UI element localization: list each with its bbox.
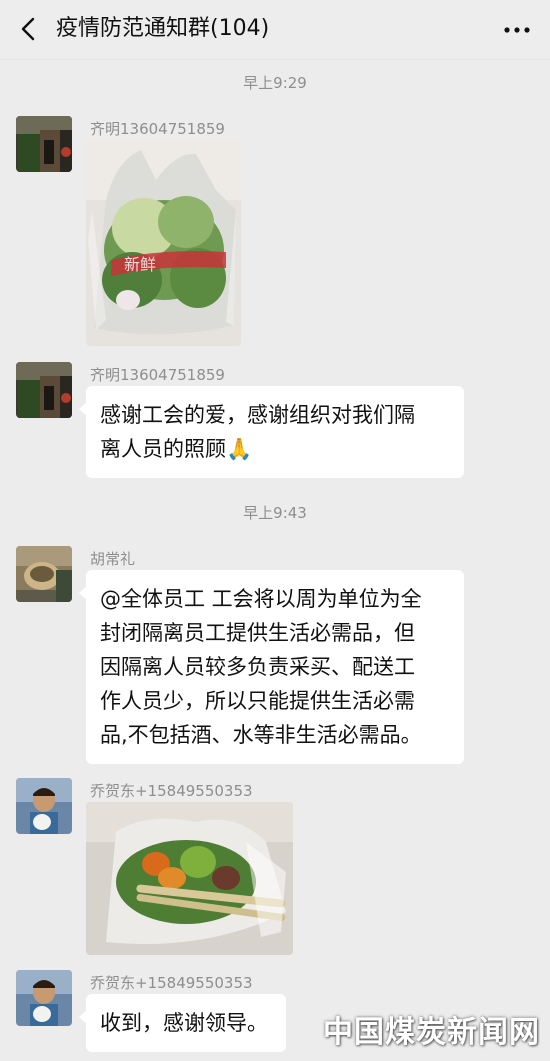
message-text-line: 收到，感谢领导。 [100,1011,268,1035]
message-text-line: 品,不包括酒、水等非生活必需品。 [100,723,422,747]
timestamp: 早上9:43 [243,504,307,522]
photo-vegetable-bag[interactable]: 新鲜 [86,140,241,346]
avatar[interactable] [16,362,72,418]
watermark: 中国煤炭新闻网 [323,1015,540,1050]
avatar[interactable] [16,970,72,1026]
message-text-line: 感谢工会的爱，感谢组织对我们隔 [100,403,415,427]
message-bubble[interactable]: 感谢工会的爱，感谢组织对我们隔 离人员的照顾🙏 [79,386,464,478]
message-text-line: 作人员少，所以只能提供生活必需 [100,689,415,713]
sender-name: 乔贺东+15849550353 [90,974,253,992]
chat-header: 疫情防范通知群(104) [0,0,550,60]
sender-name: 齐明13604751859 [90,120,225,138]
more-dots-icon[interactable] [502,20,532,40]
sender-name: 胡常礼 [90,550,136,568]
chat-title: 疫情防范通知群(104) [56,16,270,41]
message-bubble[interactable]: @全体员工 工会将以周为单位为全 封闭隔离员工提供生活必需品，但 因隔离人员较多… [79,570,464,764]
sender-name: 乔贺东+15849550353 [90,782,253,800]
chevron-left-icon[interactable] [14,14,44,44]
timestamp: 早上9:29 [243,74,307,92]
message-text-line: @全体员工 工会将以周为单位为全 [100,587,422,611]
avatar[interactable] [16,778,72,834]
message-text-line: 离人员的照顾🙏 [100,437,253,461]
avatar[interactable] [16,116,72,172]
message-text-line: 因隔离人员较多负责采买、配送工 [100,655,415,679]
message-bubble[interactable]: 收到，感谢领导。 [79,994,286,1052]
sender-name: 齐明13604751859 [90,366,225,384]
avatar[interactable] [16,546,72,602]
photo-vegetable-bag[interactable] [86,802,293,955]
message-text-line: 封闭隔离员工提供生活必需品，但 [100,621,415,645]
svg-text:新鲜: 新鲜 [124,255,156,274]
